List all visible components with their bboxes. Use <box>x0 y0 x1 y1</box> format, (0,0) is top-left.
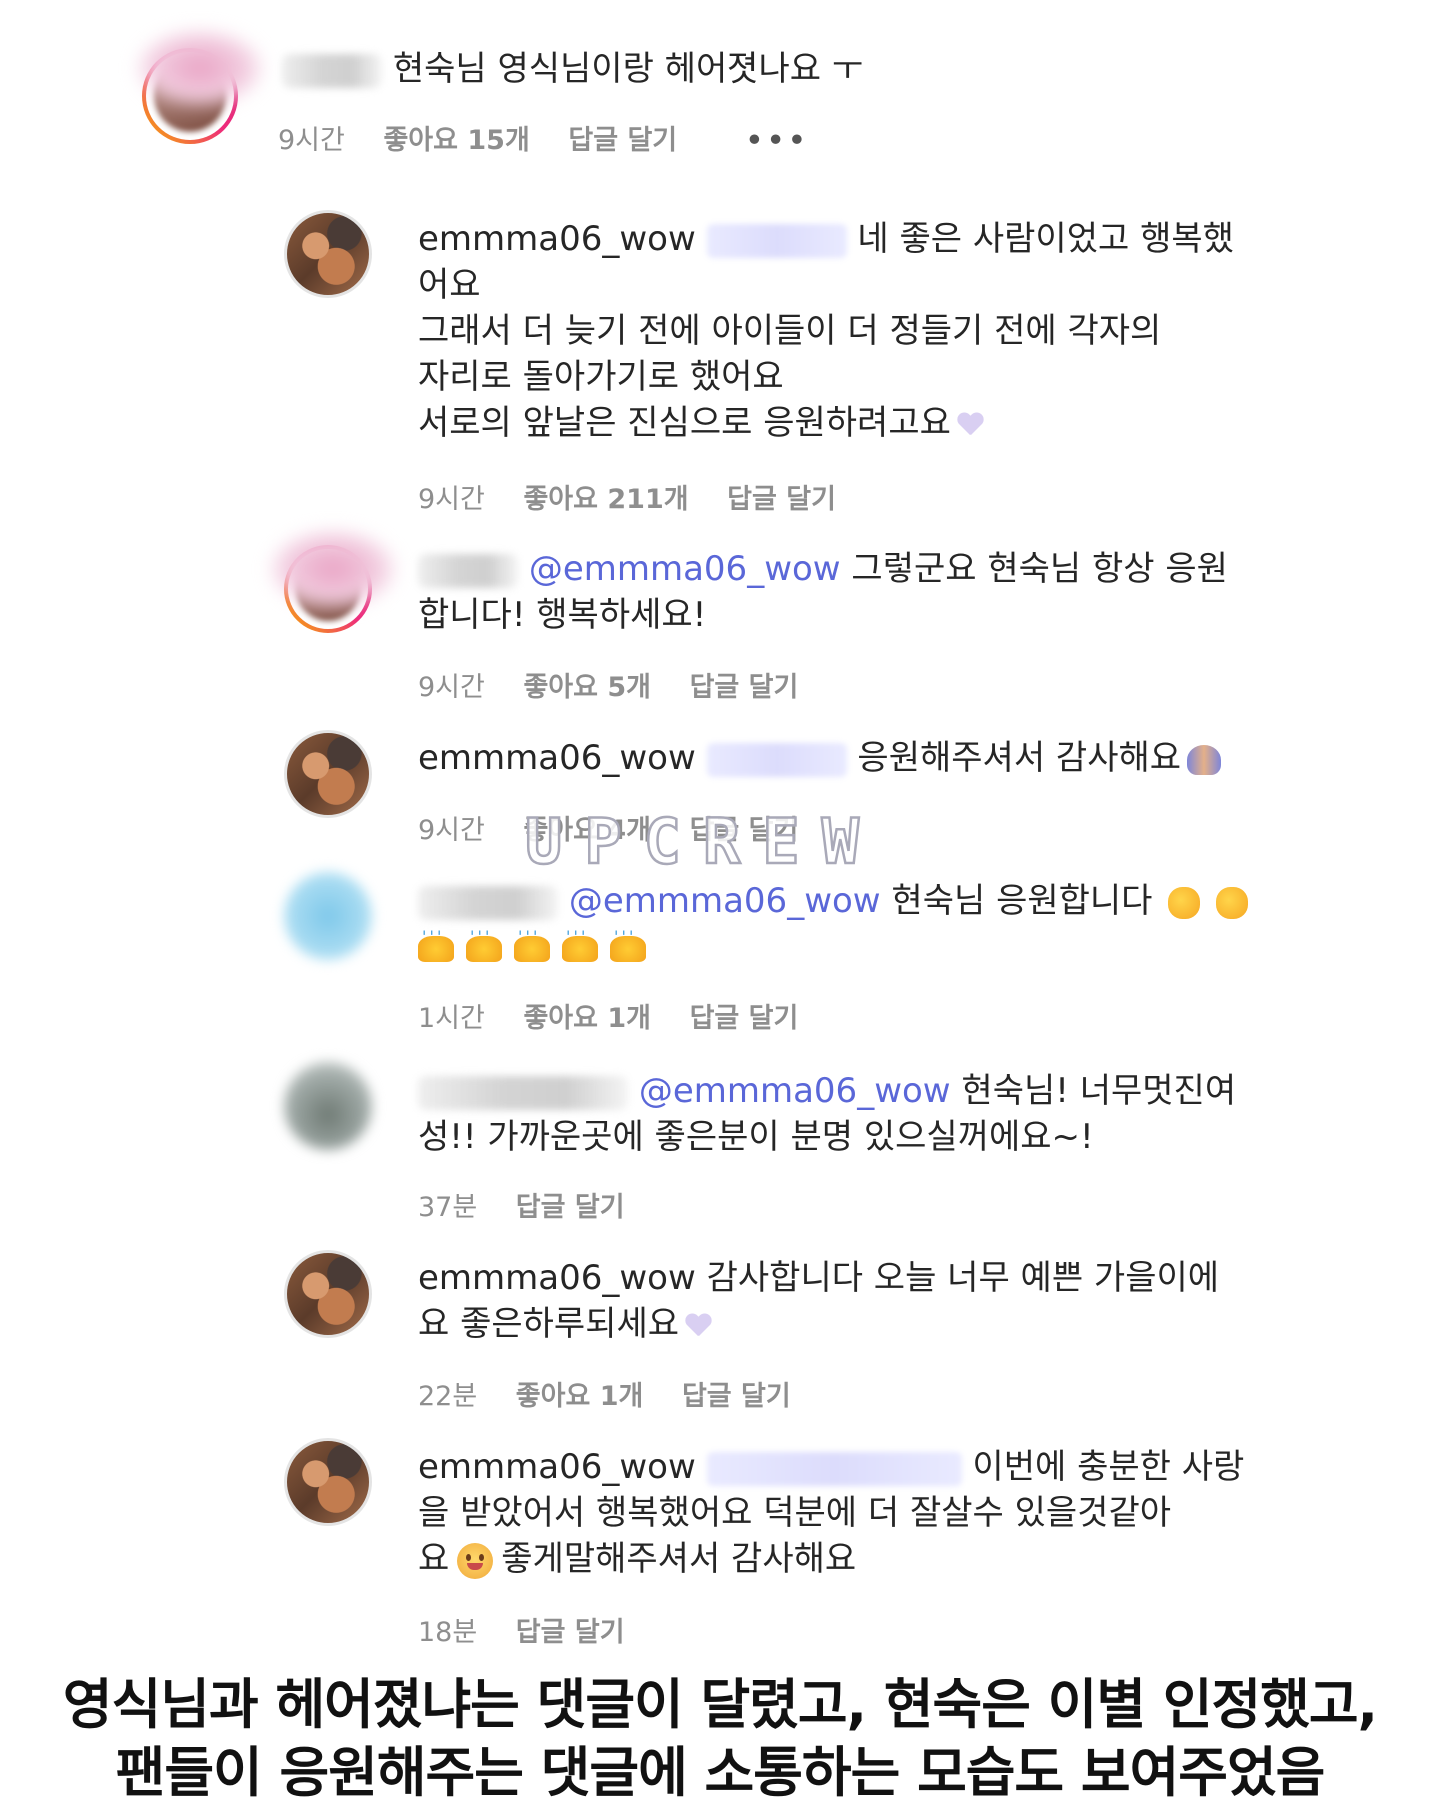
raised-hands-icon <box>466 914 502 962</box>
reply-button[interactable]: 답글 달기 <box>568 125 677 156</box>
timestamp: 9시간 <box>278 125 345 156</box>
commenter-avatar[interactable] <box>284 872 372 960</box>
username[interactable]: emmma06_wow <box>418 1258 696 1298</box>
comment-text: 서로의 앞날은 진심으로 응원하려고요 <box>418 403 951 443</box>
timestamp: 1시간 <box>418 1003 485 1034</box>
reply-button[interactable]: 답글 달기 <box>682 1381 791 1412</box>
username[interactable]: emmma06_wow <box>418 1447 696 1487</box>
likes-count[interactable]: 좋아요 15개 <box>383 125 529 156</box>
comment-text: 그래서 더 늦기 전에 아이들이 더 정들기 전에 각자의 <box>418 311 1162 351</box>
comment-body: emmma06_wow 감사합니다 오늘 너무 예쁜 가을이에 요 좋은하루되세… <box>418 1255 1219 1347</box>
mention-blurred[interactable] <box>706 742 847 777</box>
comment-body: emmma06_wow 응원해주셔서 감사해요 <box>418 735 1222 781</box>
comment-body: @emmma06_wow 현숙님 응원합니다 <box>418 878 1249 970</box>
comment-meta: 18분 답글 달기 <box>418 1610 655 1649</box>
smiling-face-icon <box>457 1542 494 1579</box>
comment-text: 그렇군요 현숙님 항상 응원 <box>840 549 1228 589</box>
comment-text: 감사합니다 오늘 너무 예쁜 가을이에 <box>695 1258 1220 1298</box>
comment-text: 현숙님 응원합니다 <box>880 881 1153 921</box>
comment-body: emmma06_wow 네 좋은 사람이었고 행복했 어요 그래서 더 늦기 전… <box>418 216 1234 446</box>
comment-text: 합니다! 행복하세요! <box>418 595 707 635</box>
comment-text: 현숙님 영식님이랑 헤어졋나요 ㅜ <box>392 49 864 89</box>
comment-meta: 9시간 좋아요 5개 답글 달기 <box>418 665 828 704</box>
likes-count[interactable]: 좋아요 5개 <box>523 672 651 703</box>
comment-text: 요 좋은하루되세요 <box>418 1304 680 1344</box>
owner-avatar[interactable] <box>284 730 372 818</box>
watermark: UPCREW <box>524 804 881 880</box>
mention-link[interactable]: @emmma06_wow <box>639 1071 951 1111</box>
clapping-hands-icon <box>1168 886 1201 919</box>
comment-text: 응원해주셔서 감사해요 <box>857 738 1182 778</box>
mention-link[interactable]: @emmma06_wow <box>529 549 841 589</box>
timestamp: 9시간 <box>418 672 485 703</box>
raised-hands-icon <box>562 914 598 962</box>
likes-count[interactable]: 좋아요 211개 <box>523 484 688 515</box>
comment-body: @emmma06_wow 그렇군요 현숙님 항상 응원 합니다! 행복하세요! <box>418 546 1228 638</box>
comment-text: 자리로 돌아가기로 했어요 <box>418 357 784 397</box>
reply-button[interactable]: 답글 달기 <box>516 1192 625 1223</box>
purple-heart-icon <box>957 413 983 437</box>
caption-line-2: 팬들이 응원해주는 댓글에 소통하는 모습도 보여주었음 <box>115 1741 1326 1804</box>
username-blurred[interactable] <box>418 553 518 588</box>
clapping-hands-icon <box>1216 886 1249 919</box>
comment-body: 현숙님 영식님이랑 헤어졋나요 ㅜ <box>282 46 863 92</box>
username-blurred[interactable] <box>418 1075 628 1110</box>
more-options-icon[interactable]: ••• <box>746 125 810 156</box>
comment-text: 성!! 가까운곳에 좋은분이 분명 있으실꺼에요~! <box>418 1117 1094 1157</box>
folded-hands-icon <box>1187 744 1222 775</box>
username[interactable]: emmma06_wow <box>418 738 696 778</box>
comment-body: @emmma06_wow 현숙님! 너무멋진여 성!! 가까운곳에 좋은분이 분… <box>418 1068 1236 1160</box>
owner-avatar[interactable] <box>284 1250 372 1338</box>
comment-meta: 9시간 좋아요 211개 답글 달기 <box>418 477 866 516</box>
raised-hands-icon <box>610 914 646 962</box>
timestamp: 9시간 <box>418 815 485 846</box>
comment-text: 현숙님! 너무멋진여 <box>950 1071 1237 1111</box>
comment-body: emmma06_wow 이번에 충분한 사랑 을 받았어서 행복했어요 덕분에 … <box>418 1444 1244 1582</box>
username[interactable]: emmma06_wow <box>418 219 696 259</box>
comment-meta: 9시간 좋아요 15개 답글 달기 ••• <box>278 118 840 157</box>
comment-text: 네 좋은 사람이었고 행복했 <box>857 219 1234 259</box>
timestamp: 22분 <box>418 1381 478 1412</box>
comment-meta: 1시간 좋아요 1개 답글 달기 <box>418 996 828 1035</box>
reply-button[interactable]: 답글 달기 <box>690 672 799 703</box>
timestamp: 9시간 <box>418 484 485 515</box>
comment-text: 좋게말해주셔서 감사해요 <box>501 1539 857 1579</box>
likes-count[interactable]: 좋아요 1개 <box>523 1003 651 1034</box>
raised-hands-icon <box>514 914 550 962</box>
owner-avatar[interactable] <box>284 210 372 298</box>
likes-count[interactable]: 좋아요 1개 <box>516 1381 644 1412</box>
comment-meta: 37분 답글 달기 <box>418 1185 655 1224</box>
timestamp: 37분 <box>418 1192 478 1223</box>
mention-blurred[interactable] <box>706 223 847 258</box>
reply-button[interactable]: 답글 달기 <box>516 1617 625 1648</box>
reply-button[interactable]: 답글 달기 <box>690 1003 799 1034</box>
mention-blurred[interactable] <box>706 1451 962 1486</box>
avatar-blur-mask <box>135 28 265 108</box>
reply-button[interactable]: 답글 달기 <box>727 484 836 515</box>
owner-avatar[interactable] <box>284 1438 372 1526</box>
purple-heart-icon <box>685 1314 711 1338</box>
commenter-avatar[interactable] <box>284 1062 372 1150</box>
username-blurred[interactable] <box>282 53 382 88</box>
comment-text: 어요 <box>418 265 481 305</box>
comment-text: 이번에 충분한 사랑 <box>972 1447 1245 1487</box>
comment-meta: 22분 좋아요 1개 답글 달기 <box>418 1374 821 1413</box>
raised-hands-icon <box>418 914 454 962</box>
timestamp: 18분 <box>418 1617 478 1648</box>
comment-text: 을 받았어서 행복했어요 덕분에 더 잘살수 있을것같아 <box>418 1493 1172 1533</box>
comment-text: 요 <box>418 1539 450 1579</box>
avatar-blur-mask <box>268 528 398 610</box>
